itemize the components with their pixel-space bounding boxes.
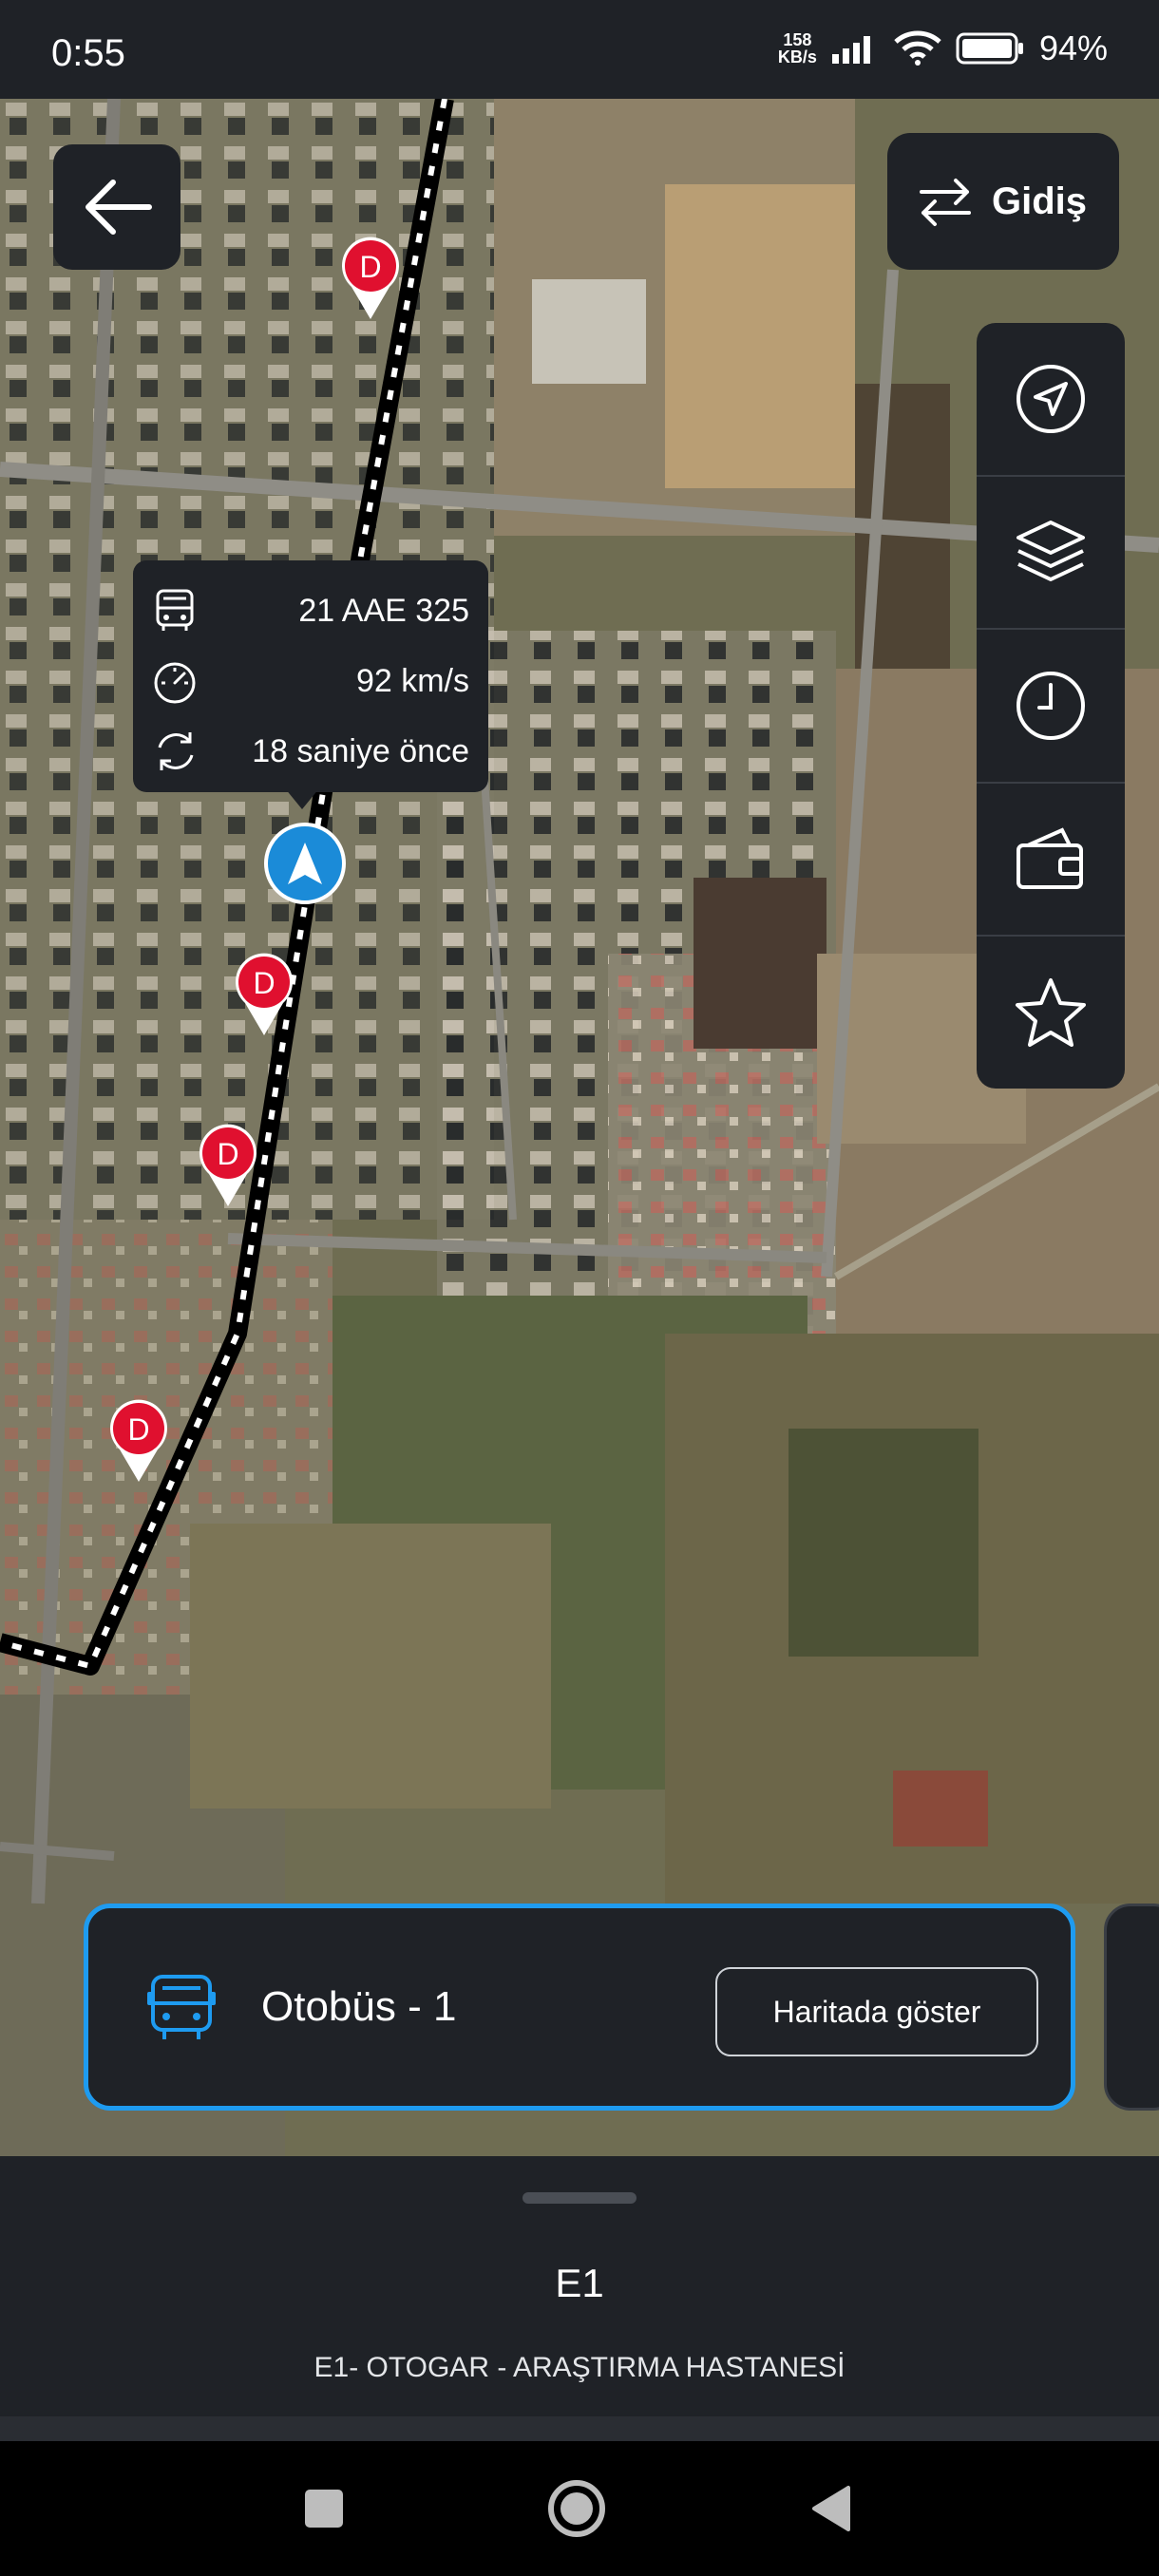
next-vehicle-card[interactable] [1104, 1904, 1159, 2111]
vehicle-card[interactable]: Otobüs - 1 Haritada göster [84, 1904, 1075, 2111]
route-code: E1 [555, 2261, 604, 2305]
recents-button[interactable] [291, 2475, 357, 2542]
bus-icon [147, 1975, 216, 2039]
tool-layers[interactable] [977, 477, 1125, 631]
last-updated: 18 saniye önce [252, 732, 469, 769]
bus-location-marker[interactable] [264, 823, 346, 904]
route-bottom-sheet: E1 E1- OTOGAR - ARAŞTIRMA HASTANESİ [0, 2156, 1159, 2441]
stop-marker-letter: D [217, 1137, 238, 1171]
popup-speed-row: 92 km/s [152, 646, 469, 716]
layers-icon [1016, 521, 1085, 582]
swap-arrows-icon [920, 179, 971, 226]
popup-pointer [285, 788, 319, 809]
speedometer-icon [154, 662, 196, 704]
wifi-icon [894, 30, 941, 66]
triangle-back-icon [812, 2486, 850, 2531]
stop-marker[interactable]: D [106, 1396, 171, 1484]
refresh-icon [158, 732, 194, 770]
home-circle-icon [548, 2480, 605, 2537]
battery-percent: 94% [1038, 28, 1108, 67]
arrow-left-icon [86, 180, 152, 235]
stop-marker[interactable]: D [196, 1121, 260, 1208]
stop-marker-letter: D [253, 966, 275, 1000]
bus-icon [156, 589, 194, 631]
back-button[interactable] [53, 144, 180, 270]
sheet-divider [0, 2416, 1159, 2441]
tool-favorite[interactable] [977, 937, 1125, 1089]
clock-icon [1016, 671, 1085, 740]
tool-wallet[interactable] [977, 784, 1125, 938]
vehicle-speed: 92 km/s [355, 662, 469, 699]
stop-marker[interactable]: D [232, 950, 296, 1037]
wallet-icon [1016, 826, 1083, 889]
popup-updated-row: 18 saniye önce [152, 716, 469, 786]
vehicle-info-popup: 21 AAE 325 92 km/s 18 saniye önce [133, 560, 488, 792]
back-nav-button[interactable] [798, 2475, 864, 2542]
show-on-map-button[interactable]: Haritada göster [715, 1967, 1038, 2056]
map-tools-panel [977, 323, 1125, 1089]
direction-label: Gidiş [992, 180, 1088, 222]
home-button[interactable] [543, 2475, 610, 2542]
stop-marker-letter: D [127, 1412, 149, 1447]
stop-marker[interactable]: D [338, 234, 403, 321]
popup-plate-row: 21 AAE 325 [152, 576, 469, 646]
square-icon [305, 2490, 343, 2528]
route-name: E1- OTOGAR - ARAŞTIRMA HASTANESİ [314, 2352, 846, 2383]
system-nav-bar [0, 2441, 1159, 2576]
tool-schedule[interactable] [977, 630, 1125, 784]
direction-toggle-button[interactable]: Gidiş [887, 133, 1119, 270]
signal-icon [831, 36, 870, 64]
status-icons: 158 KB/s 94% [778, 28, 1108, 68]
stop-marker-letter: D [359, 250, 381, 284]
sheet-drag-handle[interactable] [522, 2192, 636, 2204]
heading-arrow-icon [288, 843, 322, 884]
navigation-arrow-icon [1016, 364, 1085, 433]
tool-locate[interactable] [977, 323, 1125, 477]
network-speed: 158 KB/s [777, 30, 817, 66]
battery-icon [956, 32, 1023, 65]
status-bar: 0:55 158 KB/s 94% [0, 0, 1159, 99]
status-time: 0:55 [51, 32, 125, 74]
vehicle-plate: 21 AAE 325 [298, 592, 469, 629]
star-icon [1016, 978, 1086, 1048]
vehicle-card-title: Otobüs - 1 [261, 1983, 457, 2030]
